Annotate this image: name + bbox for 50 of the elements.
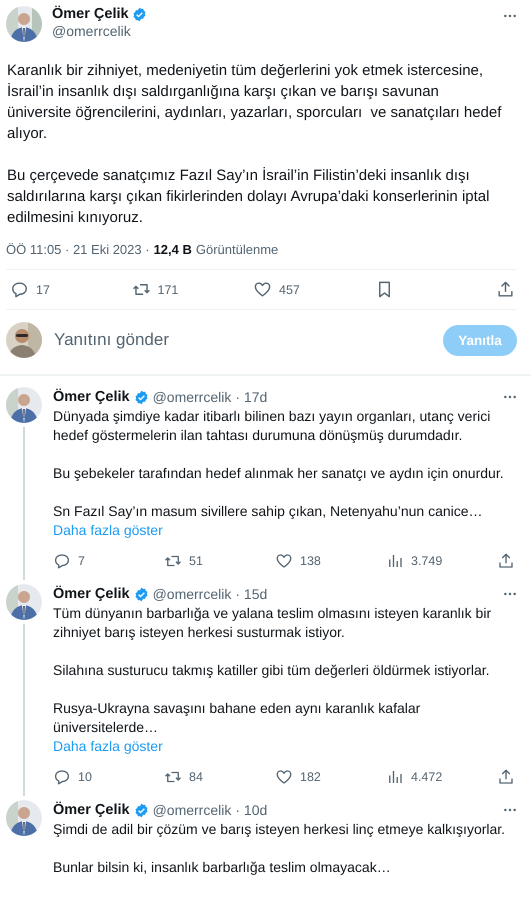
heart-icon[interactable] bbox=[275, 552, 293, 570]
author-name[interactable]: Ömer Çelik bbox=[53, 586, 130, 602]
reply-icon[interactable] bbox=[53, 768, 71, 786]
more-options-icon[interactable] bbox=[503, 592, 517, 596]
reply-text: Bunlar bilsin ki, insanlık barbarlığa teslim olmayacak… bbox=[53, 858, 392, 877]
reply-text: Rusya-Ukrayna savaşını bahane eden aynı karanlık kafalar üniversitelerde… bbox=[53, 699, 422, 737]
views-icon[interactable] bbox=[386, 552, 404, 570]
reply-text: Bu şebekeler tarafından hedef alınmak her sanatçı ve aydın için onurdur. bbox=[53, 464, 505, 483]
action-count: 84 bbox=[189, 770, 203, 784]
author-name[interactable]: Ömer Çelik bbox=[53, 802, 130, 818]
post-age: · 15d bbox=[235, 586, 268, 602]
more-options-icon[interactable] bbox=[503, 808, 517, 812]
post-age: · 10d bbox=[235, 802, 268, 818]
action-count: 51 bbox=[189, 554, 203, 568]
post-age: · 17d bbox=[235, 389, 268, 405]
reply-text: Şimdi de adil bir çözüm ve barış isteyen herkesi linç etmeye kalkışıyorlar. bbox=[53, 820, 506, 839]
views-label: Görüntülenme bbox=[196, 242, 278, 257]
reply-text: Sn Fazıl Say’ın masum sivillere sahip çıkan, Netenyahu’nun canice… bbox=[53, 502, 484, 521]
heart-icon[interactable] bbox=[253, 280, 272, 299]
reply-text: Dünyada şimdiye kadar itibarlı bilinen bazı yayın organları, utanç verici hedef göstermelerin ilan tahtası durumuna dönüşmüş durumdadır. bbox=[53, 407, 492, 445]
action-count: 17 bbox=[36, 282, 50, 296]
action-count: 3.749 bbox=[411, 554, 442, 568]
heart-icon[interactable] bbox=[275, 768, 293, 786]
tweet-text: Bu çerçevede sanatçımız Fazıl Say’ın İsrail’in Filistin’deki insanlık dışı saldırılarına karşı çıkan fikirlerinden dolayı Avrupa’daki konserlerinin iptal edilmesini kınıyoruz. bbox=[7, 166, 490, 228]
reply-text: Silahına susturucu takmış katiller gibi tüm değerleri öldürmek istiyorlar. bbox=[53, 661, 491, 680]
tweet-timestamp[interactable]: ÖÖ 11:05 · 21 Eki 2023 · bbox=[6, 242, 150, 257]
author-handle[interactable]: @omerrcelik bbox=[52, 23, 493, 39]
action-count: 182 bbox=[300, 770, 321, 784]
share-icon[interactable] bbox=[497, 768, 515, 786]
reply-icon[interactable] bbox=[53, 552, 71, 570]
more-options-icon[interactable] bbox=[503, 14, 517, 18]
author-name[interactable]: Ömer Çelik bbox=[52, 6, 129, 22]
share-icon[interactable] bbox=[496, 280, 515, 299]
reply-text: Tüm dünyanın barbarlığa ve yalana teslim olmasını isteyen karanlık bir zihniyet barış isteyen herkesi susturmak istiyor. bbox=[53, 604, 492, 642]
action-count: 10 bbox=[78, 770, 92, 784]
reply-icon[interactable] bbox=[10, 280, 29, 299]
view-count: 12,4 B bbox=[154, 242, 192, 257]
action-count: 138 bbox=[300, 554, 321, 568]
author-handle[interactable]: @omerrcelik bbox=[152, 389, 232, 405]
share-icon[interactable] bbox=[497, 552, 515, 570]
author-handle[interactable]: @omerrcelik bbox=[152, 586, 232, 602]
action-count: 171 bbox=[158, 282, 178, 296]
action-count: 4.472 bbox=[411, 770, 442, 784]
views-icon[interactable] bbox=[386, 768, 404, 786]
author-handle[interactable]: @omerrcelik bbox=[152, 802, 232, 818]
action-count: 457 bbox=[279, 282, 300, 296]
action-count: 7 bbox=[78, 554, 85, 568]
more-options-icon[interactable] bbox=[503, 395, 517, 399]
tweet-text: Karanlık bir zihniyet, medeniyetin tüm değerlerini yok etmek istercesine, İsrail’in insanlık dışı saldırganlığına karşı çıkan ve barışı savunan üniversite öğrencilerini, aydınları, yazarları, sporcuları ve sanatçıları hedef alıyor. bbox=[7, 61, 502, 144]
author-name[interactable]: Ömer Çelik bbox=[53, 389, 130, 405]
